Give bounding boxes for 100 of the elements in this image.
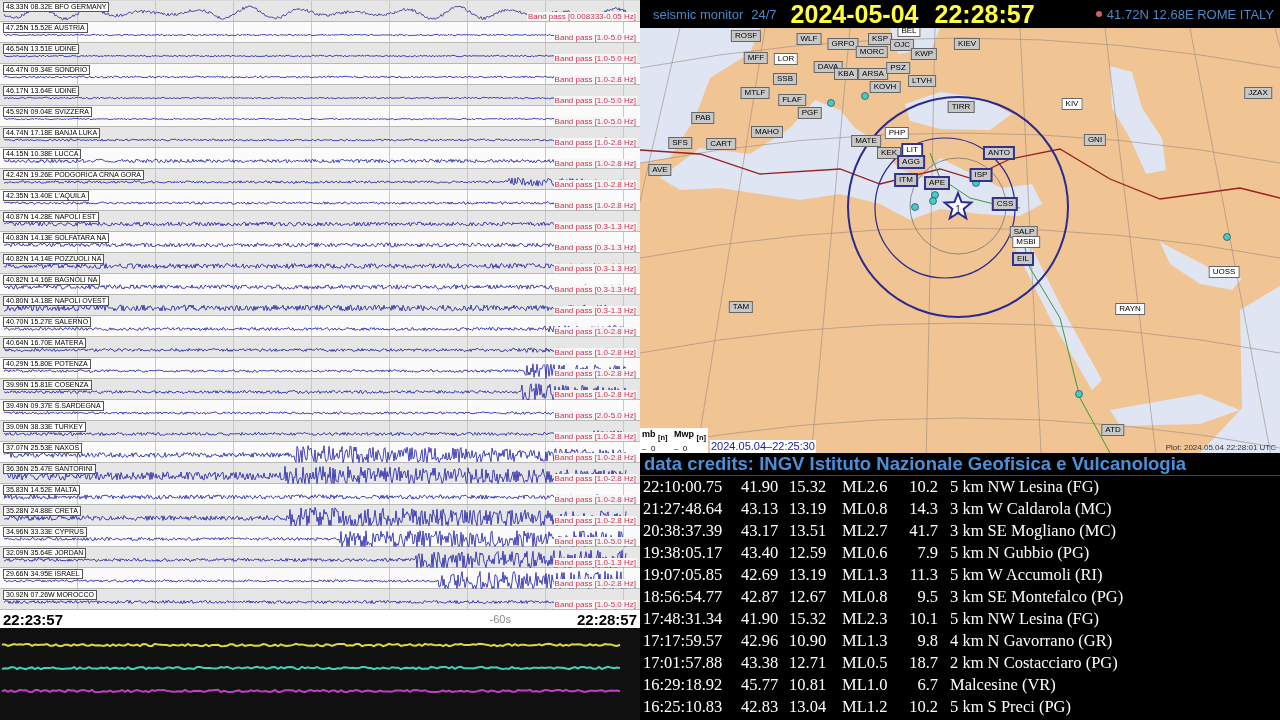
event-latitude: 41.90	[741, 476, 780, 498]
event-magnitude: ML0.6	[842, 542, 889, 564]
event-magnitude: ML2.6	[842, 476, 889, 498]
filter-label: Band pass [1.0-2.8 Hz]	[553, 180, 637, 189]
filter-label: Band pass [1.0-5.0 Hz]	[553, 537, 637, 546]
station-label: SFS	[668, 137, 692, 149]
event-magnitude: ML2.3	[842, 608, 889, 630]
event-latitude: 42.69	[741, 564, 780, 586]
event-depth: 11.3	[908, 564, 938, 586]
event-latitude: 42.87	[741, 586, 780, 608]
station-label: UOSS	[1208, 266, 1240, 278]
event-longitude: 12.67	[789, 586, 828, 608]
filter-label: Band pass [1.0-5.0 Hz]	[553, 96, 637, 105]
event-depth: 7.9	[916, 542, 938, 564]
filter-label: Band pass [1.0-2.8 Hz]	[553, 474, 637, 483]
event-location: 5 km NW Lesina (FG)	[950, 476, 1101, 498]
event-magnitude: ML0.8	[842, 586, 889, 608]
event-magnitude: ML1.0	[842, 674, 889, 696]
station-label: LTVH	[908, 75, 936, 87]
time-marker: -60s	[489, 613, 511, 625]
event-time: 22:10:00.75	[643, 476, 724, 498]
station-label: MATE	[851, 135, 881, 147]
event-location: 5 km NW Lesina (FG)	[950, 608, 1101, 630]
station-label: CART	[706, 138, 736, 150]
event-magnitude: ML1.2	[842, 696, 889, 718]
event-latitude: 45.77	[741, 674, 780, 696]
filter-label: Band pass [1.0-2.8 Hz]	[553, 390, 637, 399]
filter-label: Band pass [1.0-2.8 Hz]	[553, 432, 637, 441]
event-latitude: 43.17	[741, 520, 780, 542]
station-label: ANTO	[982, 146, 1016, 160]
event-magnitude: ML0.5	[842, 652, 889, 674]
station-label: AGG	[897, 155, 925, 169]
filter-label: Band pass [1.0-2.8 Hz]	[553, 348, 637, 357]
mwp-label: Mwp $_{[n]}$	[673, 429, 706, 443]
event-depth: 9.5	[916, 586, 938, 608]
station-label: GNI	[1083, 134, 1107, 146]
filter-label: Band pass [1.0-5.0 Hz]	[553, 54, 637, 63]
event-depth: 9.8	[916, 630, 938, 652]
filter-label: Band pass [0.008333-0.05 Hz]	[526, 12, 637, 21]
event-time: 21:27:48.64	[643, 498, 724, 520]
station-label: TIRR	[947, 101, 975, 113]
station-label: MFF	[743, 52, 769, 64]
event-latitude: 42.83	[741, 696, 780, 718]
filter-label: Band pass [1.0-2.8 Hz]	[553, 327, 637, 336]
event-longitude: 13.19	[789, 498, 828, 520]
station-label: RAYN	[1115, 303, 1145, 315]
event-time: 18:56:54.77	[643, 586, 724, 608]
event-location: 5 km N Gubbio (PG)	[950, 542, 1091, 564]
station-label: ITM	[894, 173, 918, 187]
filter-label: Band pass [1.0-2.8 Hz]	[553, 453, 637, 462]
location-dot-icon	[1095, 11, 1102, 17]
location-label: 41.72N 12.68E ROME ITALY	[1106, 6, 1274, 22]
filter-label: Band pass [1.0-2.8 Hz]	[553, 579, 637, 588]
event-time: 17:01:57.88	[643, 652, 724, 674]
event-longitude: 13.04	[789, 696, 828, 718]
station-label: KOVH	[869, 81, 901, 93]
station-label: PGF	[797, 107, 823, 119]
event-location: 2 km N Costacciaro (PG)	[950, 652, 1119, 674]
filter-label: Band pass [1.0-5.0 Hz]	[553, 117, 637, 126]
station-label: PAB	[691, 112, 715, 124]
event-timestamp: 2024.05.04–22:25:30	[710, 440, 816, 453]
station-label: TAM	[728, 301, 754, 313]
station-label: MORC	[855, 46, 889, 58]
event-location: 4 km N Gavorrano (GR)	[950, 630, 1114, 652]
event-longitude: 15.32	[789, 608, 828, 630]
station-label: MTLF	[740, 87, 770, 99]
station-label: BEL	[897, 28, 921, 37]
event-depth: 10.2	[908, 476, 938, 498]
station-label: KSP	[868, 33, 892, 45]
event-time: 20:38:37.39	[643, 520, 724, 542]
event-magnitude: ML1.3	[842, 564, 889, 586]
station-label: SSB	[773, 73, 797, 85]
epicenter-number: 1	[955, 203, 961, 215]
filter-label: Band pass [1.0-5.0 Hz]	[553, 600, 637, 609]
station-label: APE	[924, 176, 950, 190]
station-label: KEK	[877, 147, 901, 159]
event-longitude: 13.19	[789, 564, 828, 586]
station-label: EIL	[1012, 252, 1034, 266]
event-depth: 41.7	[908, 520, 938, 542]
station-label: MAHO	[751, 126, 783, 138]
filter-label: Band pass [1.0-2.8 Hz]	[553, 201, 637, 210]
event-location: 5 km S Preci (PG)	[950, 696, 1072, 718]
event-longitude: 10.90	[789, 630, 828, 652]
event-location: Malcesine (VR)	[950, 674, 1057, 696]
station-label: KIEV	[953, 38, 981, 50]
event-time: 16:29:18.92	[643, 674, 724, 696]
filter-label: Band pass [1.0-2.8 Hz]	[553, 75, 637, 84]
end-time: 22:28:57	[576, 610, 637, 628]
event-location: 3 km SE Mogliano (MC)	[950, 520, 1117, 542]
event-latitude: 43.13	[741, 498, 780, 520]
station-label: PHP	[884, 127, 910, 139]
filter-label: Band pass [0.3-1.3 Hz]	[553, 264, 637, 273]
event-time: 17:48:31.34	[643, 608, 724, 630]
mwp-count: – 0	[673, 442, 689, 453]
event-depth: 6.7	[916, 674, 938, 696]
station-label: MSBI	[1012, 236, 1040, 248]
clock-display: 22:28:57	[934, 0, 1035, 29]
event-magnitude: ML1.3	[842, 630, 889, 652]
date-display: 2024-05-04	[790, 0, 919, 28]
event-magnitude: ML2.7	[842, 520, 889, 542]
